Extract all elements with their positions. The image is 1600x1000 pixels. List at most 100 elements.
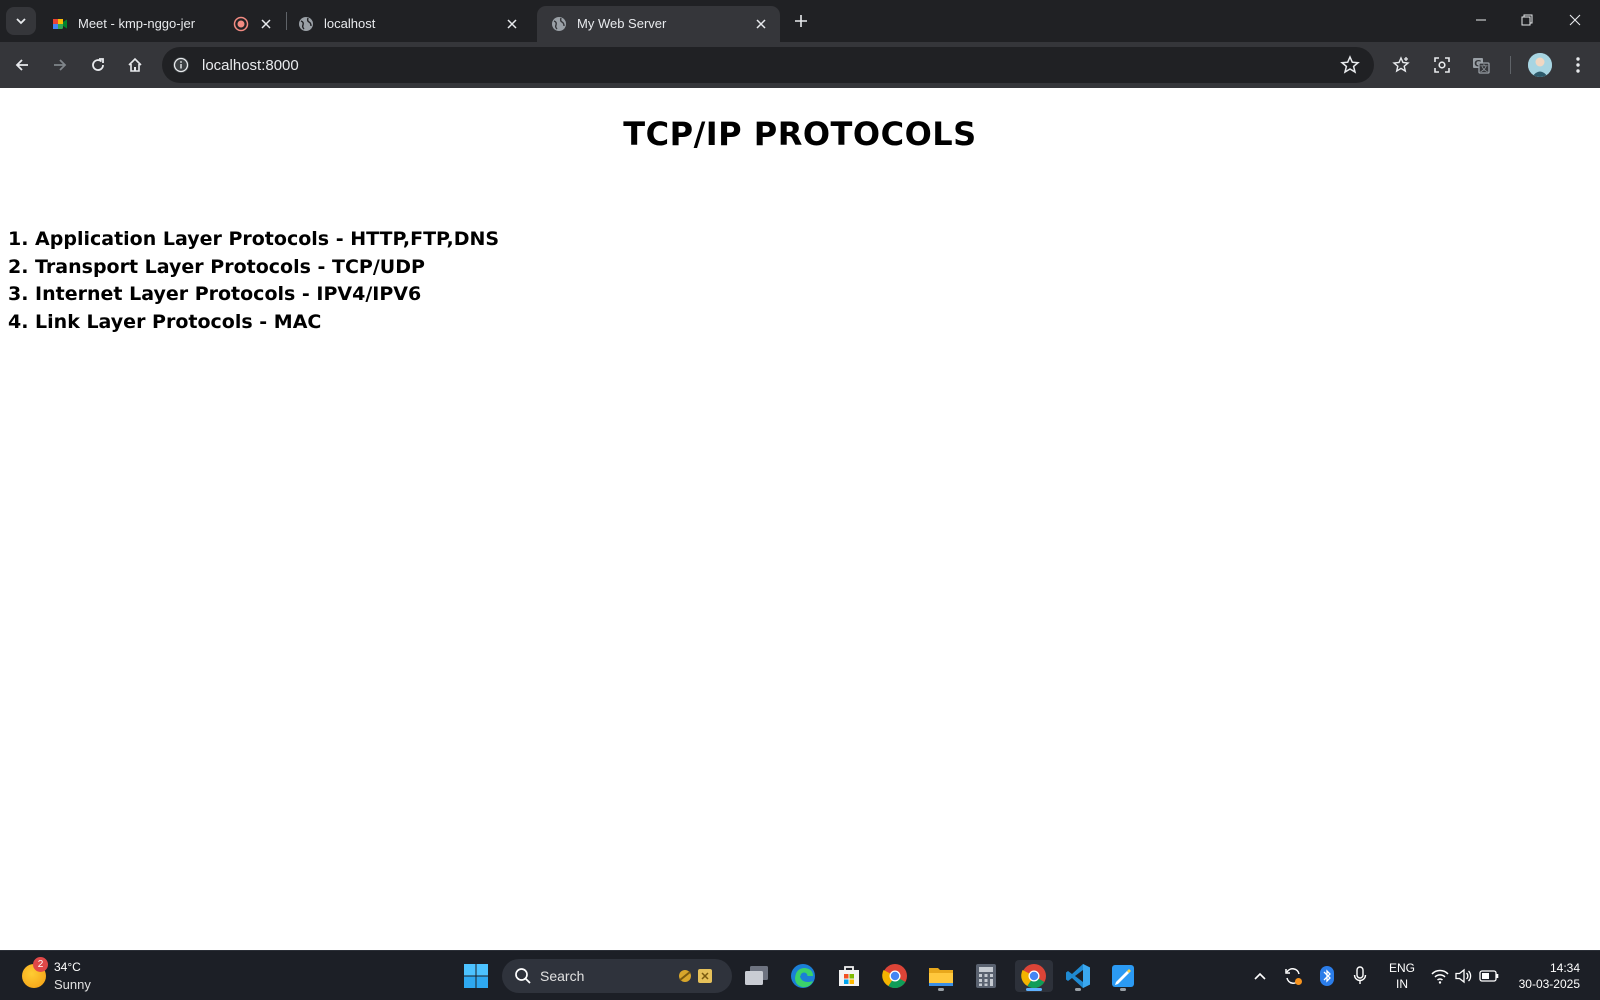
list-item: 2. Transport Layer Protocols - TCP/UDP <box>8 255 425 278</box>
home-button[interactable] <box>121 51 149 79</box>
bookmarks-button[interactable] <box>1388 51 1416 79</box>
task-view-button[interactable] <box>741 960 773 992</box>
bookmarks-icon <box>1392 56 1410 73</box>
chevron-up-icon <box>1254 972 1266 980</box>
google-meet-icon <box>53 19 67 29</box>
profile-avatar[interactable] <box>1528 53 1552 77</box>
recording-icon <box>233 16 249 32</box>
more-vertical-icon <box>1576 57 1580 73</box>
bookmark-star-icon[interactable] <box>1340 55 1360 75</box>
search-highlight-icon <box>679 969 712 983</box>
weather-condition: Sunny <box>54 977 91 992</box>
protocol-list: 1. Application Layer Protocols - HTTP,FT… <box>8 226 499 336</box>
tab-title: Meet - kmp-nggo-jer <box>78 16 196 31</box>
page-heading: TCP/IP PROTOCOLS <box>623 115 977 153</box>
close-icon <box>261 19 271 29</box>
arrow-right-icon <box>54 59 67 71</box>
close-tab-button[interactable] <box>257 15 275 33</box>
reload-button[interactable] <box>84 51 112 79</box>
microphone-tray-button[interactable] <box>1350 966 1370 986</box>
bluetooth-tray-button[interactable] <box>1317 966 1337 986</box>
store-icon <box>839 966 859 986</box>
forward-button[interactable] <box>46 51 74 79</box>
chevron-down-icon <box>16 18 26 25</box>
tab-my-web-server[interactable]: My Web Server <box>537 6 780 42</box>
chrome-app-active[interactable] <box>1015 960 1053 992</box>
toolbar-divider <box>1510 56 1511 74</box>
close-icon <box>1569 14 1581 26</box>
paint-icon <box>1112 965 1134 987</box>
back-button[interactable] <box>8 51 36 79</box>
close-tab-button[interactable] <box>752 15 770 33</box>
search-icon <box>515 968 531 984</box>
site-info-icon[interactable] <box>172 56 190 74</box>
file-explorer-icon <box>929 968 953 986</box>
search-placeholder: Search <box>540 968 585 984</box>
battery-tray-button[interactable] <box>1479 966 1499 986</box>
region-code: IN <box>1396 977 1408 991</box>
wifi-tray-button[interactable] <box>1430 966 1450 986</box>
url-text[interactable]: localhost:8000 <box>202 57 299 74</box>
volume-icon <box>1455 968 1472 984</box>
tab-title: localhost <box>324 16 376 31</box>
battery-icon <box>1479 970 1499 982</box>
chrome-app[interactable] <box>879 960 911 992</box>
tab-meet[interactable]: Meet - kmp-nggo-jer <box>38 6 284 42</box>
web-page: TCP/IP PROTOCOLS 1. Application Layer Pr… <box>0 91 1600 950</box>
vscode-icon <box>1066 964 1090 988</box>
reload-icon <box>92 58 104 71</box>
lens-icon <box>1434 57 1450 73</box>
taskbar-clock[interactable]: 14:34 30-03-2025 <box>1500 960 1580 992</box>
running-indicator <box>1075 988 1081 991</box>
translate-icon: G文 <box>1473 58 1490 74</box>
browser-toolbar: localhost:8000 G文 <box>0 42 1600 88</box>
wifi-icon <box>1431 969 1449 984</box>
menu-button[interactable] <box>1564 51 1592 79</box>
minimize-button[interactable] <box>1458 0 1504 40</box>
close-window-button[interactable] <box>1552 0 1598 40</box>
taskbar: 2 34°C Sunny Search ENG IN 14:34 30-03-2… <box>0 950 1600 1000</box>
lens-button[interactable] <box>1428 51 1456 79</box>
translate-button[interactable]: G文 <box>1467 51 1495 79</box>
active-indicator <box>1026 988 1042 991</box>
list-item: 4. Link Layer Protocols - MAC <box>8 310 322 333</box>
new-tab-button[interactable] <box>790 10 812 32</box>
language-code: ENG <box>1388 961 1415 975</box>
paint-app[interactable] <box>1107 960 1139 992</box>
arrow-left-icon <box>15 59 28 71</box>
chrome-icon <box>1021 964 1046 989</box>
file-explorer-app[interactable] <box>925 960 957 992</box>
home-icon <box>128 57 142 72</box>
address-bar[interactable]: localhost:8000 <box>162 47 1374 83</box>
tab-localhost[interactable]: localhost <box>284 6 530 42</box>
start-button[interactable] <box>460 960 492 992</box>
sync-icon <box>1285 968 1302 985</box>
calculator-app[interactable] <box>970 960 1002 992</box>
restore-icon <box>1521 14 1533 26</box>
sync-tray-button[interactable] <box>1283 966 1303 986</box>
bluetooth-icon <box>1320 966 1334 986</box>
tab-search-button[interactable] <box>6 7 36 35</box>
calculator-icon <box>976 964 996 988</box>
store-app[interactable] <box>833 960 865 992</box>
avatar-icon <box>1528 53 1552 77</box>
running-indicator <box>938 988 944 991</box>
globe-icon <box>299 17 313 31</box>
restore-button[interactable] <box>1504 0 1550 40</box>
taskbar-search[interactable]: Search <box>502 959 732 993</box>
close-tab-button[interactable] <box>503 15 521 33</box>
globe-icon <box>552 17 566 31</box>
edge-icon <box>791 964 815 988</box>
notification-badge: 2 <box>33 957 48 972</box>
language-indicator[interactable]: ENG IN <box>1388 960 1416 992</box>
volume-tray-button[interactable] <box>1454 966 1474 986</box>
edge-app[interactable] <box>787 960 819 992</box>
svg-text:文: 文 <box>1480 63 1488 73</box>
close-icon <box>756 19 766 29</box>
windows-start-icon <box>464 964 488 988</box>
minimize-icon <box>1476 19 1486 21</box>
list-item: 3. Internet Layer Protocols - IPV4/IPV6 <box>8 283 422 305</box>
show-hidden-icons-button[interactable] <box>1250 966 1270 986</box>
microphone-icon <box>1353 966 1367 984</box>
vscode-app[interactable] <box>1062 960 1094 992</box>
